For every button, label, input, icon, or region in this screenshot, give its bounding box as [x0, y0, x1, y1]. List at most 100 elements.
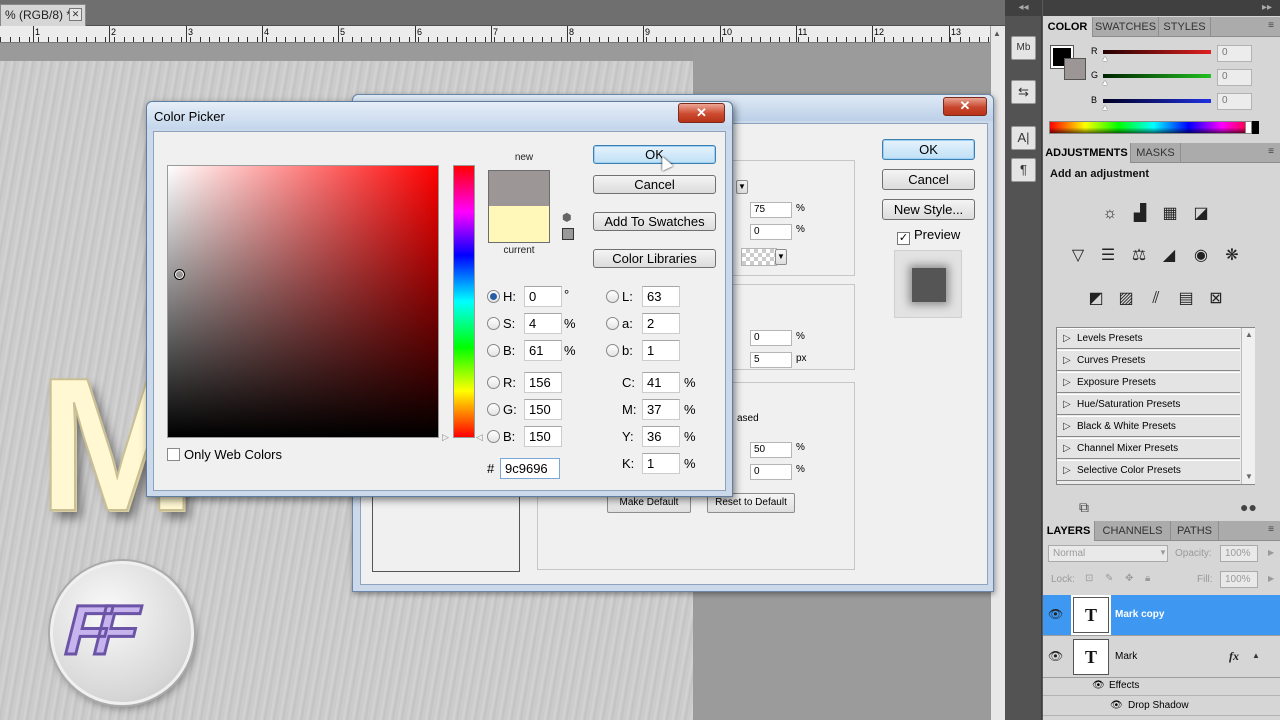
red-radio[interactable]	[487, 376, 500, 389]
green-input[interactable]: 150	[524, 399, 562, 420]
blue-slider-handle[interactable]: ▲	[1101, 103, 1109, 112]
black-input[interactable]: 1	[642, 453, 680, 474]
visibility-eye-icon[interactable]: 👁︎	[1092, 676, 1105, 696]
scroll-up-icon[interactable]: ▲	[993, 29, 1001, 38]
spectrum-white-end[interactable]	[1245, 121, 1252, 134]
layer-row[interactable]: 👁︎ T Mark fx ▲	[1043, 637, 1280, 678]
disclosure-triangle-icon[interactable]: ▷	[1063, 395, 1071, 415]
fill-field[interactable]: 100%	[1220, 571, 1258, 588]
ok-button[interactable]: OK	[593, 145, 716, 164]
brightness-icon[interactable]: ☼	[1098, 203, 1122, 225]
color-picker-titlebar[interactable]: Color Picker	[147, 102, 732, 129]
disclosure-triangle-icon[interactable]: ▷	[1063, 329, 1071, 349]
background-color-swatch[interactable]	[1064, 58, 1086, 80]
list-item[interactable]: ▷ Selective Color Presets	[1057, 460, 1240, 481]
scroll-down-icon[interactable]: ▼	[1245, 472, 1253, 481]
levels-icon[interactable]: ▟	[1128, 203, 1152, 225]
black-white-icon[interactable]: ◢	[1157, 245, 1181, 267]
panel-menu-icon[interactable]: ≡	[1268, 524, 1274, 535]
lab-b-input[interactable]: 1	[642, 340, 680, 361]
layer-style-ok-button[interactable]: OK	[882, 139, 975, 160]
blue-slider[interactable]	[1103, 99, 1211, 103]
tab-layers[interactable]: LAYERS	[1043, 521, 1095, 541]
close-icon[interactable]: ✕	[69, 8, 82, 21]
character-icon[interactable]: A|	[1011, 126, 1036, 150]
cyan-input[interactable]: 41	[642, 372, 680, 393]
scroll-up-icon[interactable]: ▲	[1245, 330, 1253, 339]
hex-input[interactable]: 9c9696	[500, 458, 560, 479]
color-spectrum-bar[interactable]	[1049, 121, 1258, 134]
hue-slider-right-handle[interactable]: ◁	[476, 432, 483, 443]
document-tab[interactable]: % (RGB/8) * ✕	[0, 4, 86, 26]
preview-checkbox-row[interactable]: ✓ Preview	[897, 227, 960, 245]
brightness-radio[interactable]	[487, 344, 500, 357]
blue-input[interactable]: 150	[524, 426, 562, 447]
lab-l-radio[interactable]	[606, 290, 619, 303]
hue-saturation-icon[interactable]: ☰	[1096, 245, 1120, 267]
drop-shadow-row[interactable]: 👁︎ Drop Shadow	[1043, 696, 1280, 716]
panel-menu-icon[interactable]: ≡	[1268, 20, 1274, 31]
green-slider-handle[interactable]: ▲	[1101, 78, 1109, 87]
channel-mixer-icon[interactable]: ❋	[1220, 245, 1244, 267]
lab-a-input[interactable]: 2	[642, 313, 680, 334]
layer-name[interactable]: Mark copy	[1115, 609, 1164, 620]
expand-panels-icon[interactable]: ▸▸	[1043, 0, 1280, 16]
exposure-icon[interactable]: ◪	[1189, 203, 1213, 225]
visibility-eye-icon[interactable]: 👁︎	[1048, 607, 1063, 621]
green-radio[interactable]	[487, 403, 500, 416]
preview-checkbox[interactable]: ✓	[897, 232, 910, 245]
expanded-view-icon[interactable]: ●●	[1240, 499, 1257, 515]
disclosure-triangle-icon[interactable]: ▷	[1063, 373, 1071, 393]
effects-expand-icon[interactable]: ▲	[1252, 651, 1260, 660]
gradient-map-icon[interactable]: ▤	[1174, 288, 1198, 310]
yellow-input[interactable]: 36	[642, 426, 680, 447]
blend-mode-select[interactable]: Normal	[1048, 545, 1168, 562]
list-item[interactable]: ▷ Channel Mixer Presets	[1057, 438, 1240, 459]
magenta-input[interactable]: 37	[642, 399, 680, 420]
saturation-radio[interactable]	[487, 317, 500, 330]
blue-value-field[interactable]: 0	[1217, 93, 1252, 110]
angle-field[interactable]: 0	[750, 224, 792, 240]
size-field[interactable]: 5	[750, 352, 792, 368]
add-to-swatches-button[interactable]: Add To Swatches	[593, 212, 716, 231]
only-web-colors-checkbox-row[interactable]: Only Web Colors	[167, 447, 282, 462]
tab-swatches[interactable]: SWATCHES	[1093, 17, 1159, 37]
invert-icon[interactable]: ◩	[1084, 288, 1108, 310]
tab-masks[interactable]: MASKS	[1131, 143, 1181, 163]
threshold-icon[interactable]: ⫽	[1144, 288, 1168, 310]
current-color-swatch[interactable]	[488, 206, 550, 243]
visibility-eye-icon[interactable]: 👁︎	[1110, 696, 1123, 716]
red-slider[interactable]	[1103, 50, 1211, 54]
clip-adjustment-icon[interactable]: ⧉	[1079, 499, 1089, 516]
lock-all-icon[interactable]: 🔒︎	[1145, 573, 1150, 584]
only-web-colors-checkbox[interactable]	[167, 448, 180, 461]
blue-radio[interactable]	[487, 430, 500, 443]
selective-color-icon[interactable]: ⊠	[1204, 288, 1228, 310]
contour-picker[interactable]	[741, 248, 777, 266]
collapse-dock-icon[interactable]: ◂◂	[1005, 0, 1042, 16]
tab-adjustments[interactable]: ADJUSTMENTS	[1043, 143, 1131, 163]
layer-row[interactable]: 👁︎ T Mark copy	[1043, 595, 1280, 636]
lab-a-radio[interactable]	[606, 317, 619, 330]
green-slider[interactable]	[1103, 74, 1211, 78]
lock-transparency-icon[interactable]: ⊡	[1085, 573, 1093, 584]
cancel-button[interactable]: Cancel	[593, 175, 716, 194]
hue-slider[interactable]	[453, 165, 475, 438]
lab-b-radio[interactable]	[606, 344, 619, 357]
color-libraries-button[interactable]: Color Libraries	[593, 249, 716, 268]
mini-bridge-icon[interactable]: Mb	[1011, 36, 1036, 60]
tab-color[interactable]: COLOR	[1043, 17, 1093, 37]
blend-mode-dropdown-arrow[interactable]: ▼	[736, 180, 748, 194]
disclosure-triangle-icon[interactable]: ▷	[1063, 461, 1071, 481]
disclosure-triangle-icon[interactable]: ▷	[1063, 351, 1071, 371]
disclosure-triangle-icon[interactable]: ▷	[1063, 439, 1071, 459]
presets-scrollbar[interactable]: ▲ ▼	[1241, 328, 1255, 484]
list-item[interactable]: ▷ Exposure Presets	[1057, 372, 1240, 393]
lock-image-icon[interactable]: ✎	[1105, 573, 1113, 584]
photo-filter-icon[interactable]: ◉	[1189, 245, 1213, 267]
new-style-button[interactable]: New Style...	[882, 199, 975, 220]
list-item[interactable]: ▷ Curves Presets	[1057, 350, 1240, 371]
red-slider-handle[interactable]: ▲	[1101, 54, 1109, 63]
lab-l-input[interactable]: 63	[642, 286, 680, 307]
opacity-field[interactable]: 75	[750, 202, 792, 218]
